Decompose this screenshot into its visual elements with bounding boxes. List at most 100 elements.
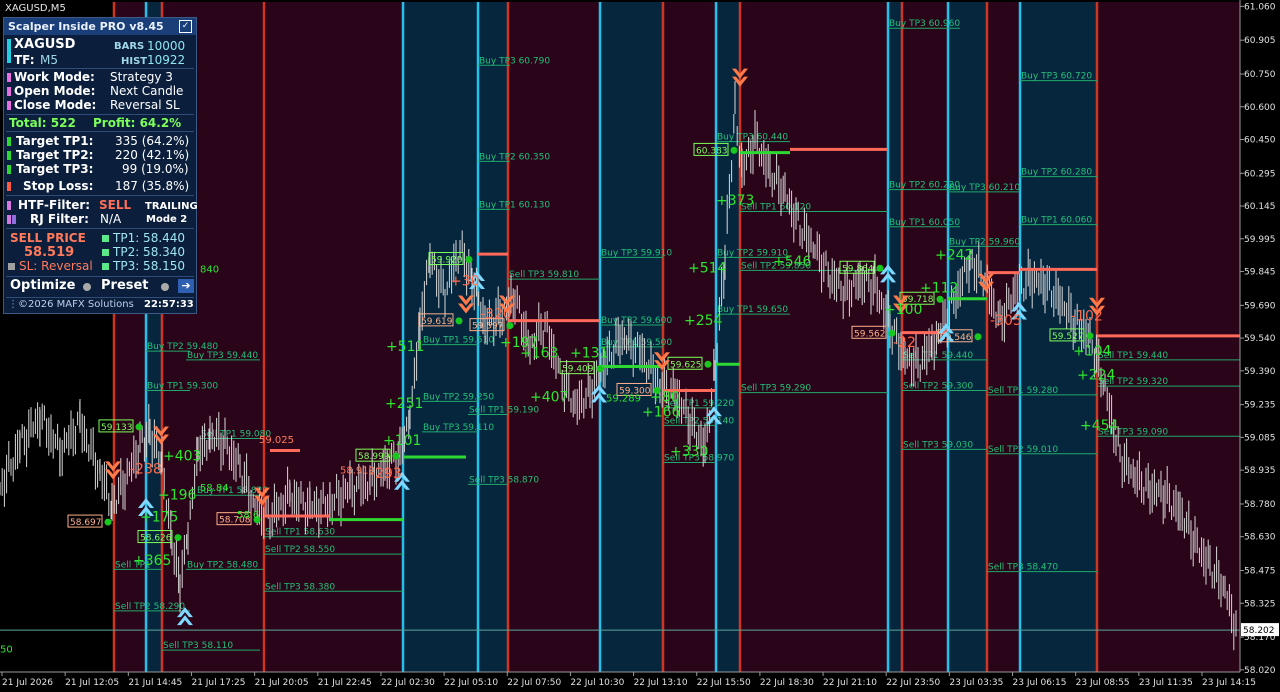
time-tick-label: 21 Jul 2026	[2, 678, 53, 688]
current-price-value: 58.202	[1243, 626, 1275, 636]
level-price-label: 840	[200, 265, 219, 276]
chart-symbol-title: XAGUSD,M5	[5, 3, 66, 14]
trade-result-label: +365	[133, 553, 171, 569]
tp-level-label: Buy TP2 58.480	[187, 560, 258, 570]
checkbox-icon[interactable]: ✓	[179, 20, 192, 33]
htf-filter-value: SELL	[99, 198, 132, 212]
trailing-label: TRAILING	[145, 201, 198, 212]
entry-dot	[174, 534, 182, 542]
price-tick-label: 60.750	[1244, 70, 1276, 80]
stop-loss-label: Stop Loss:	[23, 179, 94, 193]
buy-entry-price: 59.409	[562, 365, 594, 375]
tp-level-label: Buy TP1 59.510	[423, 336, 494, 346]
entry-dot	[974, 333, 982, 341]
entry-dot	[730, 146, 738, 154]
entry-dot	[135, 423, 143, 431]
preset-button[interactable]: Preset	[101, 278, 149, 293]
tf-label: TF:	[14, 53, 35, 67]
divider	[6, 131, 194, 132]
price-tick-label: 59.235	[1244, 401, 1276, 411]
sell-entry-price: 59.597	[472, 322, 504, 332]
trade-result-label: +175	[140, 509, 178, 525]
tp-level-label: Sell TP3 58.470	[988, 563, 1058, 573]
drag-handle-icon[interactable]: ⋮	[8, 299, 18, 310]
tp-level-label: Buy TP2 59.600	[601, 316, 672, 326]
tp-level-label: Buy TP1 59.300	[147, 381, 218, 391]
price-tick-label: 59.845	[1244, 268, 1276, 278]
price-tick-label: 60.295	[1244, 169, 1276, 179]
tp-level-label: Buy TP1 59.650	[717, 305, 788, 315]
tp1-value: 335 (64.2%)	[115, 134, 190, 148]
entry-dot	[465, 256, 473, 264]
optimize-status-icon	[83, 283, 91, 291]
work-mode-value: Strategy 3	[110, 70, 173, 84]
tp-level-label: Sell TP2 58.290	[115, 602, 185, 612]
optimize-button[interactable]: Optimize	[10, 278, 75, 293]
time-tick-label: 22 Jul 05:10	[444, 678, 498, 688]
buy-entry-price: 58.999	[358, 452, 390, 462]
time-tick-label: 21 Jul 17:25	[191, 678, 245, 688]
trade-result-label: +251	[385, 396, 423, 412]
time-tick-label: 23 Jul 06:15	[1013, 678, 1067, 688]
tp-level-label: Buy TP1 59.500	[601, 338, 672, 348]
divider	[6, 68, 194, 69]
tp-bar	[7, 165, 11, 174]
tp2-value: 220 (42.1%)	[115, 148, 190, 162]
entry-dot	[1086, 332, 1094, 340]
time-tick-label: 21 Jul 12:05	[65, 678, 119, 688]
trade-result-label: +131	[570, 346, 608, 362]
tp-level-label: Buy TP3 59.910	[601, 248, 672, 258]
divider	[6, 228, 194, 229]
tp1-label: Target TP1:	[16, 134, 94, 148]
symbol-label: XAGUSD	[14, 37, 76, 52]
tp-level-label: Sell TP3 58.870	[469, 475, 539, 485]
open-mode-value: Next Candle	[110, 84, 184, 98]
tp-level-label: Buy TP1 60.050	[889, 218, 960, 228]
divider	[6, 276, 194, 277]
tp1-price: TP1: 58.440	[113, 231, 186, 245]
time-tick-label: 21 Jul 14:45	[128, 678, 182, 688]
price-tick-label: 59.690	[1244, 301, 1276, 311]
trade-result-label: +166	[642, 405, 681, 421]
time-tick-label: 22 Jul 13:10	[634, 678, 688, 688]
tp-level-label: Buy TP3 60.720	[1021, 72, 1092, 82]
trade-result-label: +514	[688, 261, 727, 277]
price-tick-label: 59.540	[1244, 334, 1276, 344]
price-tick-label: 58.325	[1244, 599, 1276, 609]
trade-result-label: +101	[383, 433, 421, 449]
trade-result-label: +100	[884, 302, 922, 318]
buy-entry-price: 59.625	[670, 360, 702, 370]
info-panel[interactable]: Scalper Inside PRO v8.45 ✓ XAGUSD BARS 1…	[3, 17, 198, 314]
trade-result-label: +407	[530, 389, 568, 405]
price-tick-label: 59.085	[1244, 433, 1276, 443]
entry-dot	[876, 264, 884, 272]
total-count: Total: 522	[9, 116, 76, 130]
tp-level-label: Buy TP3 60.210	[949, 183, 1020, 193]
stop-loss-value: 187 (35.8%)	[115, 179, 190, 193]
bars-value: 10000	[147, 39, 186, 53]
filter-bar	[7, 215, 11, 224]
tp2-label: Target TP2:	[16, 148, 94, 162]
preset-arrow-icon[interactable]: ➔	[178, 279, 194, 293]
buy-entry-price: 60.383	[696, 146, 728, 156]
trade-result-label: -293	[370, 466, 402, 482]
mode-label: Mode 2	[146, 214, 188, 225]
tp-level-label: Sell TP3 59.030	[903, 440, 973, 450]
close-mode-label: Close Mode:	[14, 98, 97, 112]
entry-dot	[455, 317, 463, 325]
panel-header[interactable]: Scalper Inside PRO v8.45 ✓	[4, 18, 196, 35]
price-tick-label: 59.390	[1244, 367, 1276, 377]
tp-level-label: Buy TP3 59.440	[187, 351, 258, 361]
trade-result-label: +546	[773, 254, 812, 270]
sl-bar	[7, 182, 11, 191]
price-tick-label: 60.600	[1244, 103, 1276, 113]
time-tick-label: 22 Jul 18:30	[760, 678, 814, 688]
tp-level-label: Sell TP3 58.110	[163, 641, 233, 651]
level-price-label: 58.6	[237, 510, 259, 521]
tp-level-label: Buy TP1 60.060	[1021, 216, 1092, 226]
filter-bar	[12, 215, 16, 224]
panel-clock: 22:57:33	[144, 299, 194, 310]
level-price-label: 50	[0, 644, 13, 655]
tp-level-label: Sell TP2 59.010	[988, 445, 1058, 455]
trade-result-label: +112	[920, 280, 958, 296]
